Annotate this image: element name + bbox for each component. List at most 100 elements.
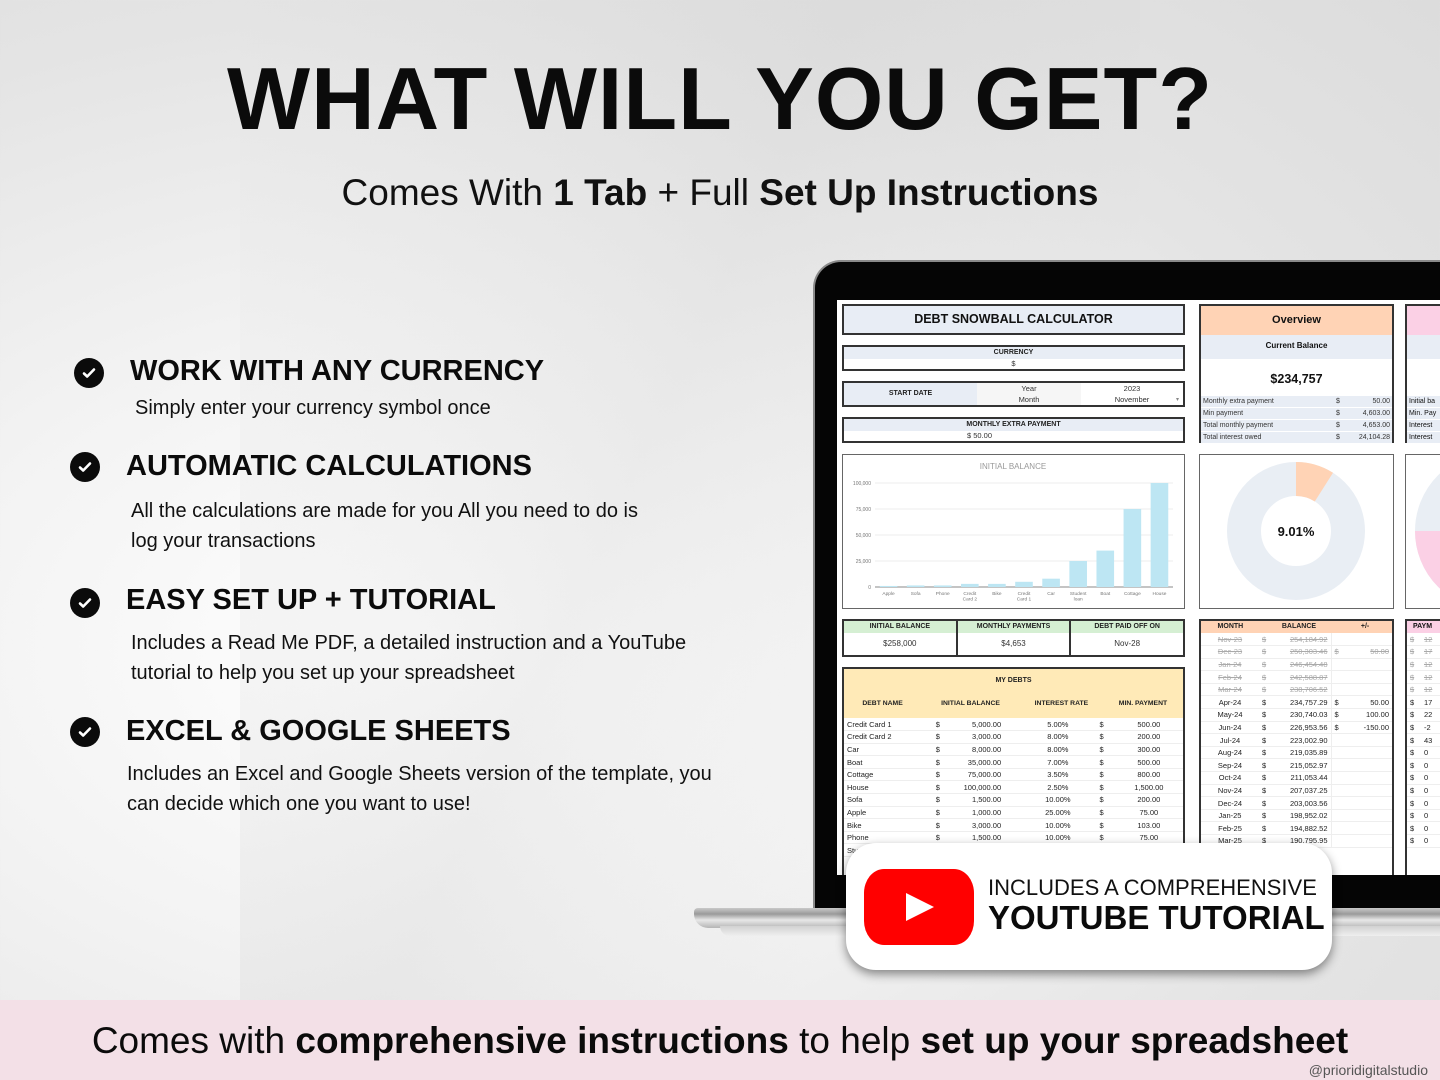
debt-column-header: INTEREST RATE (1034, 700, 1089, 707)
schedule-currency: $ (1259, 784, 1271, 798)
schedule-delta (1343, 821, 1392, 835)
debt-column-header: MIN. PAYMENT (1118, 700, 1168, 707)
debt-cell: Cottage (844, 768, 933, 782)
debt-cell: Credit Card 2 (844, 730, 933, 744)
feature-title: AUTOMATIC CALCULATIONS (126, 450, 532, 482)
schedule-balance: 250,303.46 (1271, 645, 1332, 659)
currency-input[interactable]: $ (844, 359, 1183, 369)
debt-cell: 25.00% (1019, 806, 1097, 820)
payment-value: 12 (1421, 683, 1440, 697)
debt-cell: 75,000.00 (950, 768, 1020, 782)
month-select[interactable]: November (1081, 394, 1183, 405)
debt-row[interactable]: Credit Card 2 $3,000.00 8.00% $200.00 (844, 730, 1183, 744)
y-tick-label: 0 (868, 585, 871, 591)
payment-currency: $ (1407, 670, 1421, 684)
debt-row[interactable]: Car $8,000.00 8.00% $300.00 (844, 743, 1183, 757)
debt-row[interactable]: Sofa $1,500.00 10.00% $200.00 (844, 793, 1183, 807)
check-circle-icon (70, 452, 100, 482)
banner-text-part: Comes with (91, 1020, 296, 1061)
schedule-delta-currency: $ (1331, 708, 1343, 722)
side-row-label: Min. Pay (1407, 408, 1440, 420)
year-input[interactable]: 2023 (1081, 383, 1183, 394)
x-tick-label: House (1153, 591, 1167, 597)
debt-row[interactable]: Credit Card 1 $5,000.00 5.00% $500.00 (844, 718, 1183, 732)
banner-text-bold: set up your spreadsheet (920, 1020, 1349, 1061)
x-tick-label: Car (1047, 591, 1055, 597)
side-row-label: Interest (1407, 432, 1440, 444)
schedule-row: Jan-25 $198,952.02 (1201, 809, 1392, 823)
schedule-month: Oct-24 (1201, 771, 1259, 785)
debts-table: Credit Card 1 $5,000.00 5.00% $500.00 Credit… (844, 718, 1183, 858)
page-title: WHAT WILL YOU GET? (227, 49, 1213, 148)
debt-row[interactable]: Apple $1,000.00 25.00% $75.00 (844, 806, 1183, 820)
schedule-delta-currency (1331, 796, 1343, 810)
payment-row: $0 (1407, 809, 1440, 823)
feature-desc: tutorial to help you set up your spreads… (131, 662, 515, 684)
debt-cell: 8,000.00 (950, 743, 1020, 757)
currency-label: CURRENCY (844, 347, 1183, 359)
debt-cell: $ (932, 718, 951, 732)
schedule-delta-currency (1331, 633, 1343, 647)
overview-row-label: Min payment (1203, 410, 1244, 417)
schedule-delta-currency (1331, 758, 1343, 773)
my-debts-header: MY DEBTS DEBT NAME INITIAL BALANCE INTERES… (844, 669, 1183, 718)
debt-row[interactable]: Bike $3,000.00 10.00% $103.00 (844, 818, 1183, 832)
summary-cell: MONTHLY PAYMENTS $4,653 (957, 621, 1072, 655)
schedule-delta (1343, 796, 1392, 810)
overview-row: Monthly extra payment $50.00 (1201, 396, 1392, 408)
payment-row: $17 (1407, 695, 1440, 710)
x-tick-label: Credit Card 2 (963, 591, 978, 603)
schedule-row: Feb-24 $242,588.87 (1201, 670, 1392, 684)
debt-cell: 7.00% (1019, 755, 1097, 769)
overview-row-label: Monthly extra payment (1203, 398, 1274, 405)
x-tick-label: Student loan (1070, 591, 1087, 603)
schedule-row: Dec-23 $250,303.46 $50.00 (1201, 645, 1392, 659)
schedule-month: Dec-23 (1201, 645, 1259, 659)
schedule-row: Jan-24 $246,454.48 (1201, 658, 1392, 672)
schedule-row: Jul-24 $223,002.90 (1201, 733, 1392, 747)
summary-label: INITIAL BALANCE (844, 621, 956, 633)
subtitle-bold: 1 Tab (553, 172, 648, 213)
debt-cell: $ (1096, 780, 1115, 795)
donut-chart-partial (1415, 473, 1440, 589)
payment-value: 0 (1421, 771, 1440, 785)
payment-currency: $ (1407, 821, 1421, 835)
summary-value: Nov-28 (1114, 639, 1141, 648)
schedule-month: May-24 (1201, 708, 1259, 722)
schedule-month: Jan-24 (1201, 658, 1259, 672)
schedule-delta: 100.00 (1343, 708, 1392, 722)
overview-row-label: Total interest owed (1203, 434, 1262, 441)
extra-payment-label: MONTHLY EXTRA PAYMENT (844, 419, 1183, 431)
debt-cell: 10.00% (1019, 793, 1097, 807)
debt-column-header: DEBT NAME (862, 700, 903, 707)
youtube-tutorial-badge[interactable]: INCLUDES A COMPREHENSIVE YOUTUBE TUTORIA… (846, 843, 1332, 970)
debt-cell: 100,000.00 (950, 780, 1020, 795)
side-row-label: Initial ba (1407, 396, 1440, 408)
chart-title: INITIAL BALANCE (980, 462, 1046, 471)
debt-cell: 35,000.00 (950, 755, 1020, 769)
payment-value: 12 (1421, 658, 1440, 672)
payment-row: $12 (1407, 683, 1440, 697)
payments-table: $12 $17 $12 $12 $12 $17 $22 $ -2 $43 $0 $0 $0 $0 $0 $0 $… (1407, 633, 1440, 848)
payments-panel-rows: Initial ba Min. Pay Interest Interest (1407, 396, 1440, 444)
extra-payment-input[interactable]: $ 50.00 (844, 431, 1183, 441)
schedule-balance: 238,706.52 (1271, 683, 1332, 697)
debt-cell: $ (932, 755, 951, 769)
overview-row-value: 4,603.00 (1362, 410, 1390, 417)
donut-chart-box: 9.01% (1199, 454, 1394, 609)
debt-row[interactable]: House $100,000.00 2.50% $1,500.00 (844, 780, 1183, 795)
feature-title: WORK WITH ANY CURRENCY (130, 355, 545, 387)
schedule-currency: $ (1259, 670, 1271, 684)
schedule-panel: MONTH BALANCE +/- Nov-23 $254,184.92 Dec-23 $… (1199, 619, 1394, 875)
debt-cell: 5,000.00 (950, 718, 1020, 732)
payment-value: 17 (1421, 695, 1440, 710)
schedule-balance: 219,035.89 (1271, 746, 1332, 760)
dropdown-arrow-icon[interactable]: ▾ (1176, 396, 1179, 403)
overview-row: Total interest owed $24,104.28 (1201, 432, 1392, 444)
debt-row[interactable]: Boat $35,000.00 7.00% $500.00 (844, 755, 1183, 769)
debt-row[interactable]: Cottage $75,000.00 3.50% $800.00 (844, 768, 1183, 782)
payment-row: $0 (1407, 834, 1440, 848)
schedule-column-header: +/- (1360, 623, 1370, 630)
schedule-delta-currency (1331, 746, 1343, 760)
bar (879, 585, 898, 587)
